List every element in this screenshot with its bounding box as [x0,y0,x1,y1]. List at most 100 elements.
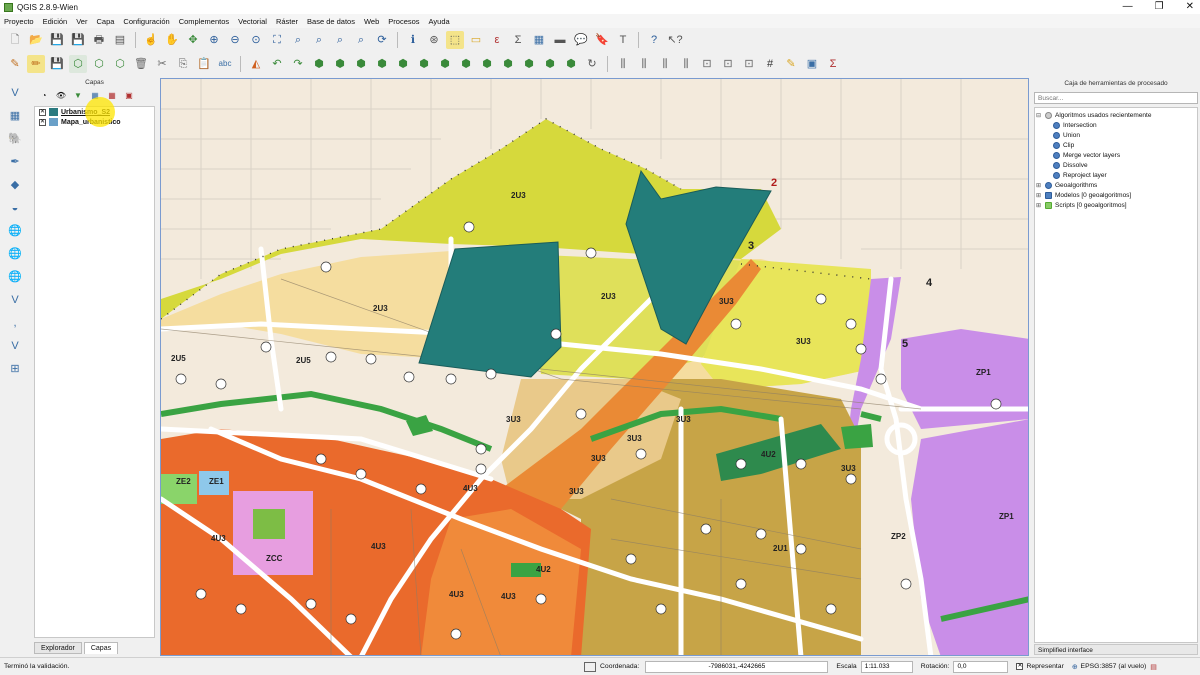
coordinate-field[interactable] [645,660,829,673]
add-mssql-layer-icon[interactable]: ◆ [5,176,25,195]
add-virtual-layer-icon[interactable]: V [5,291,25,310]
collapse-icon[interactable]: ⊟ [1035,112,1042,119]
layer-style-icon[interactable]: ◔ [38,90,50,102]
tree-item-reproject[interactable]: Reproject layer [1035,170,1197,180]
layer-checkbox[interactable]: ✕ [39,118,46,126]
add-postgis-layer-icon[interactable]: 🐘 [5,130,25,149]
menu-edicion[interactable]: Edición [43,17,68,26]
menu-base-de-datos[interactable]: Base de datos [307,17,355,26]
split-features-icon[interactable]: ⬢ [478,55,496,73]
filter-legend-icon[interactable]: ▼ [72,90,84,102]
print-composer-icon[interactable]: 🖶 [90,31,108,49]
save-edits-icon[interactable]: 💾 [48,55,66,73]
menu-proyecto[interactable]: Proyecto [4,17,34,26]
new-gps-layer-icon[interactable]: ⊞ [5,360,25,379]
menu-capa[interactable]: Capa [96,17,114,26]
undo-icon[interactable]: ↶ [268,55,286,73]
add-part-icon[interactable]: ⬢ [352,55,370,73]
zoom-out-icon[interactable]: ⊖ [226,31,244,49]
add-raster-layer-icon[interactable]: ▦ [5,107,25,126]
map-canvas[interactable]: 2U3 2U3 2U3 2U5 2U5 3U3 3U3 3U3 3U3 3U3 3U3 3U3 3U3 Z… [160,78,1029,656]
add-wcs-layer-icon[interactable]: 🌐 [5,245,25,264]
save-as-icon[interactable]: 💾 [69,31,87,49]
zoom-native-icon[interactable]: ⊙ [247,31,265,49]
grid-icon[interactable]: # [761,55,779,73]
tab-explorador[interactable]: Explorador [34,642,82,654]
annotation-icon[interactable]: 💬 [572,31,590,49]
map-tips-icon[interactable]: ⊛ [425,31,443,49]
menu-web[interactable]: Web [364,17,379,26]
rotate-symbols-icon[interactable]: ⬢ [562,55,580,73]
zoom-selection-icon[interactable]: ⌕ [289,31,307,49]
node-editor-icon[interactable]: ⊡ [740,55,758,73]
measure-icon[interactable]: ▬ [551,31,569,49]
merge-features-icon[interactable]: ⬢ [520,55,538,73]
menu-procesos[interactable]: Procesos [388,17,419,26]
tree-item-union[interactable]: Union [1035,130,1197,140]
add-feature-icon[interactable]: ⬡ [69,55,87,73]
perpendicular-icon[interactable]: ⫼ [677,55,695,73]
zoom-next-icon[interactable]: ⌕ [352,31,370,49]
menu-configuracion[interactable]: Configuración [123,17,169,26]
advanced-digitizing-icon[interactable]: ⫼ [614,55,632,73]
abc-label-icon[interactable]: abc [216,55,234,73]
split-parts-icon[interactable]: ⬢ [499,55,517,73]
delete-part-icon[interactable]: ⬢ [415,55,433,73]
menu-ver[interactable]: Ver [76,17,87,26]
delete-selected-icon[interactable]: 🗑 [132,55,150,73]
digitizing-icon[interactable]: ◭ [247,55,265,73]
attribute-table-icon[interactable]: ▦ [530,31,548,49]
deselect-icon[interactable]: ▭ [467,31,485,49]
identify-icon[interactable]: ℹ [404,31,422,49]
refresh-icon[interactable]: ⟳ [373,31,391,49]
zoom-last-icon[interactable]: ⌕ [331,31,349,49]
tab-capas[interactable]: Capas [83,642,119,654]
align-icon[interactable]: ⫼ [635,55,653,73]
coordinate-toggle-icon[interactable] [584,661,596,672]
tree-group-scripts[interactable]: ⊞ Scripts [0 geoalgoritmos] [1035,200,1197,210]
minimize-button[interactable]: — [1123,0,1133,14]
redo-icon[interactable]: ↷ [289,55,307,73]
reshape-icon[interactable]: ⬢ [436,55,454,73]
trace-icon[interactable]: ⊡ [719,55,737,73]
add-ring-icon[interactable]: ⬢ [331,55,349,73]
delete-ring-icon[interactable]: ⬢ [394,55,412,73]
pan-to-selection-icon[interactable]: ✥ [184,31,202,49]
close-button[interactable]: ✕ [1186,0,1194,14]
zoom-in-icon[interactable]: ⊕ [205,31,223,49]
open-project-icon[interactable]: 📂 [27,31,45,49]
pan-icon[interactable]: ✋ [163,31,181,49]
select-features-icon[interactable]: ⬚ [446,31,464,49]
label-icon[interactable]: T [614,31,632,49]
current-edits-icon[interactable]: ✎ [6,55,24,73]
help-icon[interactable]: ? [645,31,663,49]
composer-manager-icon[interactable]: ▤ [111,31,129,49]
simplified-interface-toggle[interactable]: Simplified interface [1034,644,1198,655]
field-calculator-icon[interactable]: ε [488,31,506,49]
parallel-icon[interactable]: ⫼ [656,55,674,73]
tree-item-intersection[interactable]: Intersection [1035,120,1197,130]
menu-raster[interactable]: Ráster [276,17,298,26]
rotate-feature-icon[interactable]: ↻ [583,55,601,73]
touch-zoom-icon[interactable]: ☝ [142,31,160,49]
add-wms-layer-icon[interactable]: 🌐 [5,222,25,241]
add-delimited-text-icon[interactable]: , [5,314,25,333]
new-project-icon[interactable]: 🗋 [6,31,24,49]
node-tool-icon[interactable]: ⬡ [111,55,129,73]
python-console-icon[interactable]: ▣ [803,55,821,73]
add-spatialite-layer-icon[interactable]: ✒ [5,153,25,172]
merge-attributes-icon[interactable]: ⬢ [541,55,559,73]
tree-group-recent[interactable]: ⊟ Algoritmos usados recientemente [1035,110,1197,120]
tree-group-models[interactable]: ⊞ Modelos [0 geoalgoritmos] [1035,190,1197,200]
offset-curve-icon[interactable]: ⬢ [457,55,475,73]
whats-this-icon[interactable]: ↖? [666,31,684,49]
menu-complementos[interactable]: Complementos [179,17,229,26]
save-project-icon[interactable]: 💾 [48,31,66,49]
rotation-field[interactable] [953,660,1009,673]
simplify-icon[interactable]: ⬢ [310,55,328,73]
new-shapefile-icon[interactable]: V [5,337,25,356]
label-pin-icon[interactable]: ✎ [782,55,800,73]
processing-search-input[interactable] [1034,92,1198,104]
expand-icon[interactable]: ⊞ [1035,192,1042,199]
render-checkbox[interactable]: ✕ [1016,663,1024,670]
